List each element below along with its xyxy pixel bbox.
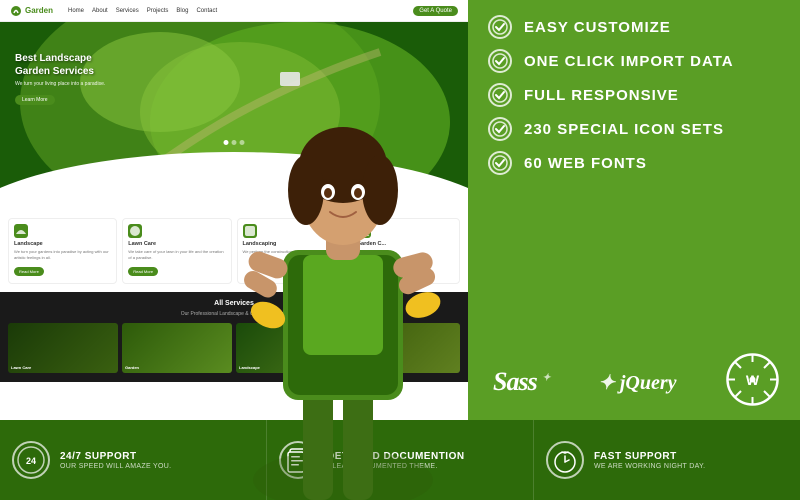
jquery-logo: ✦ jQuery	[598, 370, 676, 395]
feature-item-3: FULL RESPONSIVE	[488, 83, 780, 107]
hero-text: Best LandscapeGarden Services We turn yo…	[15, 52, 105, 106]
features-list: EASY CUSTOMIZE ONE CLICK IMPORT DATA	[468, 0, 800, 347]
service-btn-1[interactable]: Read More	[14, 267, 44, 276]
bottom-support-desc: OUR SPEED WILL AMAZE YOU.	[60, 463, 254, 470]
service-btn-2[interactable]: Read More	[128, 267, 158, 276]
bottom-item-fast: FAST SUPPORT WE ARE WORKING NIGHT DAY.	[534, 420, 800, 500]
nav-cta-button[interactable]: Get A Quote	[413, 6, 458, 16]
check-icon-3	[488, 83, 512, 107]
svg-text:W: W	[746, 372, 760, 388]
hero-title: Best LandscapeGarden Services	[15, 52, 105, 78]
feature-item-4: 230 SPECIAL ICON SETS	[488, 117, 780, 141]
nav-home[interactable]: Home	[68, 8, 84, 14]
wordpress-logo: W	[725, 352, 780, 412]
feature-label-5: 60 WEB FONTS	[524, 155, 647, 172]
bottom-fast-text: FAST SUPPORT WE ARE WORKING NIGHT DAY.	[594, 451, 788, 470]
service-desc-2: We take care of your lawn in your life a…	[128, 249, 225, 260]
lawncare-icon	[128, 224, 142, 238]
service-title-1: Landscape	[14, 241, 111, 247]
grid-item-2: Garden	[122, 323, 232, 373]
nav-blog[interactable]: Blog	[176, 8, 188, 14]
dot-1[interactable]	[224, 140, 229, 145]
nav-services[interactable]: Services	[116, 8, 139, 14]
check-icon-2	[488, 49, 512, 73]
hero-learn-btn[interactable]: Learn More	[15, 95, 55, 105]
bottom-support-text: 24/7 SUPPORT OUR SPEED WILL AMAZE YOU.	[60, 451, 254, 470]
hero-subtitle: We turn your living place into a paradis…	[15, 81, 105, 88]
woman-overlay	[238, 100, 448, 500]
feature-item-2: ONE CLICK IMPORT DATA	[488, 49, 780, 73]
bottom-item-support: 24 24/7 SUPPORT OUR SPEED WILL AMAZE YOU…	[0, 420, 267, 500]
service-title-2: Lawn Care	[128, 241, 225, 247]
feature-item-5: 60 WEB FONTS	[488, 151, 780, 175]
nav-logo: Garden	[10, 5, 53, 17]
feature-label-4: 230 SPECIAL ICON SETS	[524, 121, 724, 138]
feature-label-1: EASY CUSTOMIZE	[524, 19, 671, 36]
landscape-icon	[14, 224, 28, 238]
fast-support-icon	[546, 441, 584, 479]
grid-item-1: Lawn Care	[8, 323, 118, 373]
check-icon-1	[488, 15, 512, 39]
feature-label-3: FULL RESPONSIVE	[524, 87, 679, 104]
nav-about[interactable]: About	[92, 8, 108, 14]
dot-2[interactable]	[232, 140, 237, 145]
feature-label-2: ONE CLICK IMPORT DATA	[524, 53, 734, 70]
nav-contact[interactable]: Contact	[196, 8, 217, 14]
mockup-navbar: Garden Home About Services Projects Blog…	[0, 0, 468, 22]
sass-logo: Sass ✦	[493, 367, 550, 397]
nav-links: Home About Services Projects Blog Contac…	[68, 8, 217, 14]
bottom-fast-desc: WE ARE WORKING NIGHT DAY.	[594, 463, 788, 470]
bottom-fast-title: FAST SUPPORT	[594, 451, 788, 462]
check-icon-5	[488, 151, 512, 175]
service-desc-1: We turn your gardens into paradise by ac…	[14, 249, 111, 260]
check-icon-4	[488, 117, 512, 141]
bottom-support-title: 24/7 SUPPORT	[60, 451, 254, 462]
service-card-1: Landscape We turn your gardens into para…	[8, 218, 117, 284]
support-24-icon: 24	[12, 441, 50, 479]
feature-item-1: EASY CUSTOMIZE	[488, 15, 780, 39]
svg-text:24: 24	[26, 456, 36, 466]
service-card-2: Lawn Care We take care of your lawn in y…	[122, 218, 231, 284]
nav-projects[interactable]: Projects	[147, 8, 169, 14]
